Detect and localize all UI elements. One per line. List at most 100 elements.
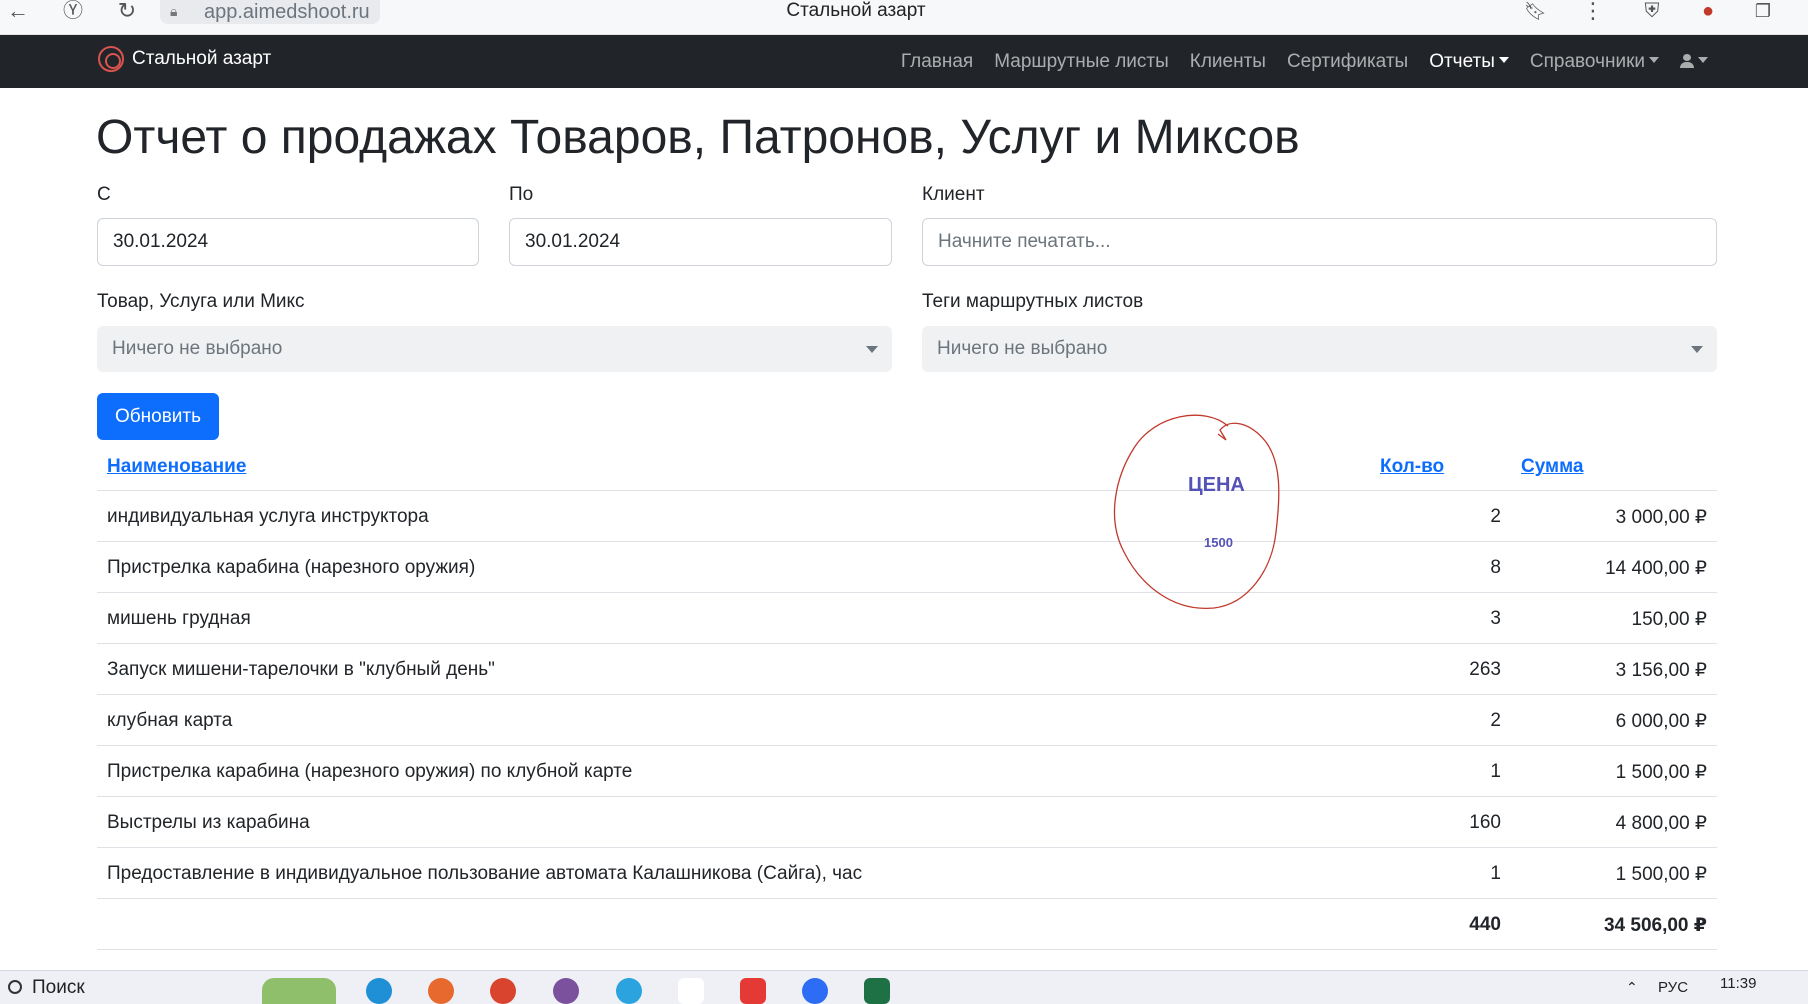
from-label: С (97, 184, 111, 205)
brand[interactable]: Стальной азарт (98, 44, 271, 74)
page-title: Отчет о продажах Товаров, Патронов, Услу… (96, 111, 1300, 164)
chevron-down-icon (1649, 56, 1659, 63)
to-label: По (509, 184, 534, 205)
table-row: индивидуальная услуга инструктора 2 3 000,… (97, 491, 1717, 542)
nav-item-certificates[interactable]: Сертификаты (1287, 51, 1408, 73)
edge-icon[interactable] (366, 978, 392, 1004)
table-row: Выстрелы из карабина 160 4 800,00 ₽ (97, 797, 1717, 848)
nav-item-home[interactable]: Главная (901, 51, 973, 73)
nav-item-directories-label: Справочники (1529, 50, 1645, 72)
brand-name: Стальной азарт (132, 48, 272, 69)
row-name: клубная карта (107, 710, 233, 731)
viber-icon[interactable] (553, 978, 579, 1004)
chevron-down-icon (1698, 56, 1708, 63)
chevron-down-icon (1691, 346, 1703, 353)
row-sum: 1 500,00 ₽ (1615, 762, 1707, 783)
item-select[interactable]: Ничего не выбрано (97, 326, 892, 372)
row-name: Выстрелы из карабина (107, 812, 310, 833)
more-menu-icon[interactable]: ⋮ (1582, 0, 1604, 24)
chevron-down-icon (866, 346, 878, 353)
row-name: индивидуальная услуга инструктора (107, 506, 429, 527)
bookmark-icon[interactable]: 🔖︎ (1524, 0, 1547, 24)
table-total-row: 440 34 506,00 ₽ (97, 899, 1717, 950)
table-row: Запуск мишени-тарелочки в "клубный день"… (97, 644, 1717, 695)
row-qty: 1 (1490, 863, 1501, 884)
column-header-qty[interactable]: Кол-во (1380, 456, 1444, 478)
row-qty: 2 (1490, 506, 1501, 527)
main-navbar: Стальной азарт Главная Маршрутные листы … (0, 35, 1808, 88)
row-name: Пристрелка карабина (нарезного оружия) п… (107, 761, 633, 782)
annotation-title: ЦЕНА (1188, 474, 1245, 496)
table-body: индивидуальная услуга инструктора 2 3 000,… (97, 491, 1717, 899)
row-sum: 1 500,00 ₽ (1615, 864, 1707, 885)
table-header: Наименование Кол-во Сумма (97, 440, 1717, 491)
chrome-icon[interactable] (490, 978, 516, 1004)
chevron-down-icon (1498, 56, 1509, 63)
row-sum: 3 156,00 ₽ (1615, 660, 1707, 681)
table-row: Пристрелка карабина (нарезного оружия) 8 1… (97, 542, 1717, 593)
row-sum: 6 000,00 ₽ (1615, 711, 1707, 732)
to-date-input[interactable]: 30.01.2024 (509, 218, 892, 266)
tab-title: Стальной азарт (786, 0, 926, 21)
row-name: Запуск мишени-тарелочки в "клубный день" (107, 659, 495, 680)
target-logo-icon (98, 46, 124, 72)
table-row: мишень грудная 3 150,00 ₽ (97, 593, 1717, 644)
total-qty: 440 (1469, 914, 1501, 935)
user-icon (1680, 53, 1694, 68)
row-name: мишень грудная (107, 608, 251, 629)
table-row: клубная карта 2 6 000,00 ₽ (97, 695, 1717, 746)
sales-table: Наименование Кол-во Сумма индивидуальная… (97, 440, 1717, 950)
search-icon (8, 980, 22, 994)
row-name: Предоставление в индивидуальное пользова… (107, 863, 863, 884)
yandex-browser-icon[interactable] (678, 978, 704, 1004)
tags-label: Теги маршрутных листов (922, 291, 1144, 312)
column-header-sum[interactable]: Сумма (1521, 456, 1583, 478)
nav-menu: Главная Маршрутные листы Клиенты Сертифи… (880, 35, 1708, 88)
anydesk-icon[interactable] (740, 978, 766, 1004)
column-header-name[interactable]: Наименование (107, 456, 246, 478)
nav-item-clients[interactable]: Клиенты (1190, 51, 1266, 73)
tags-select-value: Ничего не выбрано (937, 338, 1108, 359)
firefox-icon[interactable] (428, 978, 454, 1004)
browser-toolbar: ← Ⓨ ↻ 🔒︎ app.aimedshoot.ru Стальной азар… (0, 0, 1808, 35)
zoom-icon[interactable] (802, 978, 828, 1004)
row-qty: 8 (1490, 557, 1501, 578)
taskbar-search-label: Поиск (32, 977, 85, 998)
item-label: Товар, Услуга или Микс (97, 291, 305, 312)
user-menu[interactable] (1680, 51, 1708, 73)
row-qty: 263 (1469, 659, 1501, 680)
nav-item-reports[interactable]: Отчеты (1429, 51, 1509, 73)
item-select-value: Ничего не выбрано (112, 338, 283, 359)
row-name: Пристрелка карабина (нарезного оружия) (107, 557, 476, 578)
row-sum: 14 400,00 ₽ (1605, 558, 1707, 579)
shield-icon[interactable]: ⛨ (1640, 0, 1664, 24)
table-row: Пристрелка карабина (нарезного оружия) п… (97, 746, 1717, 797)
row-sum: 3 000,00 ₽ (1615, 507, 1707, 528)
tray-clock[interactable]: 11:39 (1720, 975, 1756, 992)
tray-chevron-up-icon[interactable]: ⌃ (1626, 979, 1638, 996)
widgets-tree-icon[interactable] (262, 978, 336, 1004)
row-qty: 3 (1490, 608, 1501, 629)
tags-select[interactable]: Ничего не выбрано (922, 326, 1717, 372)
refresh-button[interactable]: Обновить (97, 393, 219, 440)
nav-item-reports-label: Отчеты (1429, 50, 1495, 72)
sidebar-panel-icon[interactable]: ❐ (1750, 0, 1776, 24)
row-qty: 1 (1490, 761, 1501, 782)
row-qty: 160 (1469, 812, 1501, 833)
from-date-input[interactable]: 30.01.2024 (97, 218, 479, 266)
excel-icon[interactable] (864, 978, 890, 1004)
client-label: Клиент (922, 184, 985, 205)
row-sum: 150,00 ₽ (1631, 609, 1707, 630)
extension-icon[interactable]: ● (1694, 0, 1722, 24)
table-row: Предоставление в индивидуальное пользова… (97, 848, 1717, 899)
windows-taskbar: Поиск ⌃ РУС 11:39 (0, 970, 1808, 1004)
tray-language[interactable]: РУС (1658, 979, 1688, 996)
telegram-icon[interactable] (616, 978, 642, 1004)
nav-item-route-sheets[interactable]: Маршрутные листы (994, 51, 1169, 73)
client-search-input[interactable]: Начните печатать... (922, 218, 1717, 266)
taskbar-search[interactable]: Поиск (8, 977, 85, 999)
row-qty: 2 (1490, 710, 1501, 731)
annotation-value: 1500 (1204, 535, 1233, 550)
nav-item-directories[interactable]: Справочники (1530, 51, 1659, 73)
total-sum: 34 506,00 ₽ (1603, 915, 1707, 936)
